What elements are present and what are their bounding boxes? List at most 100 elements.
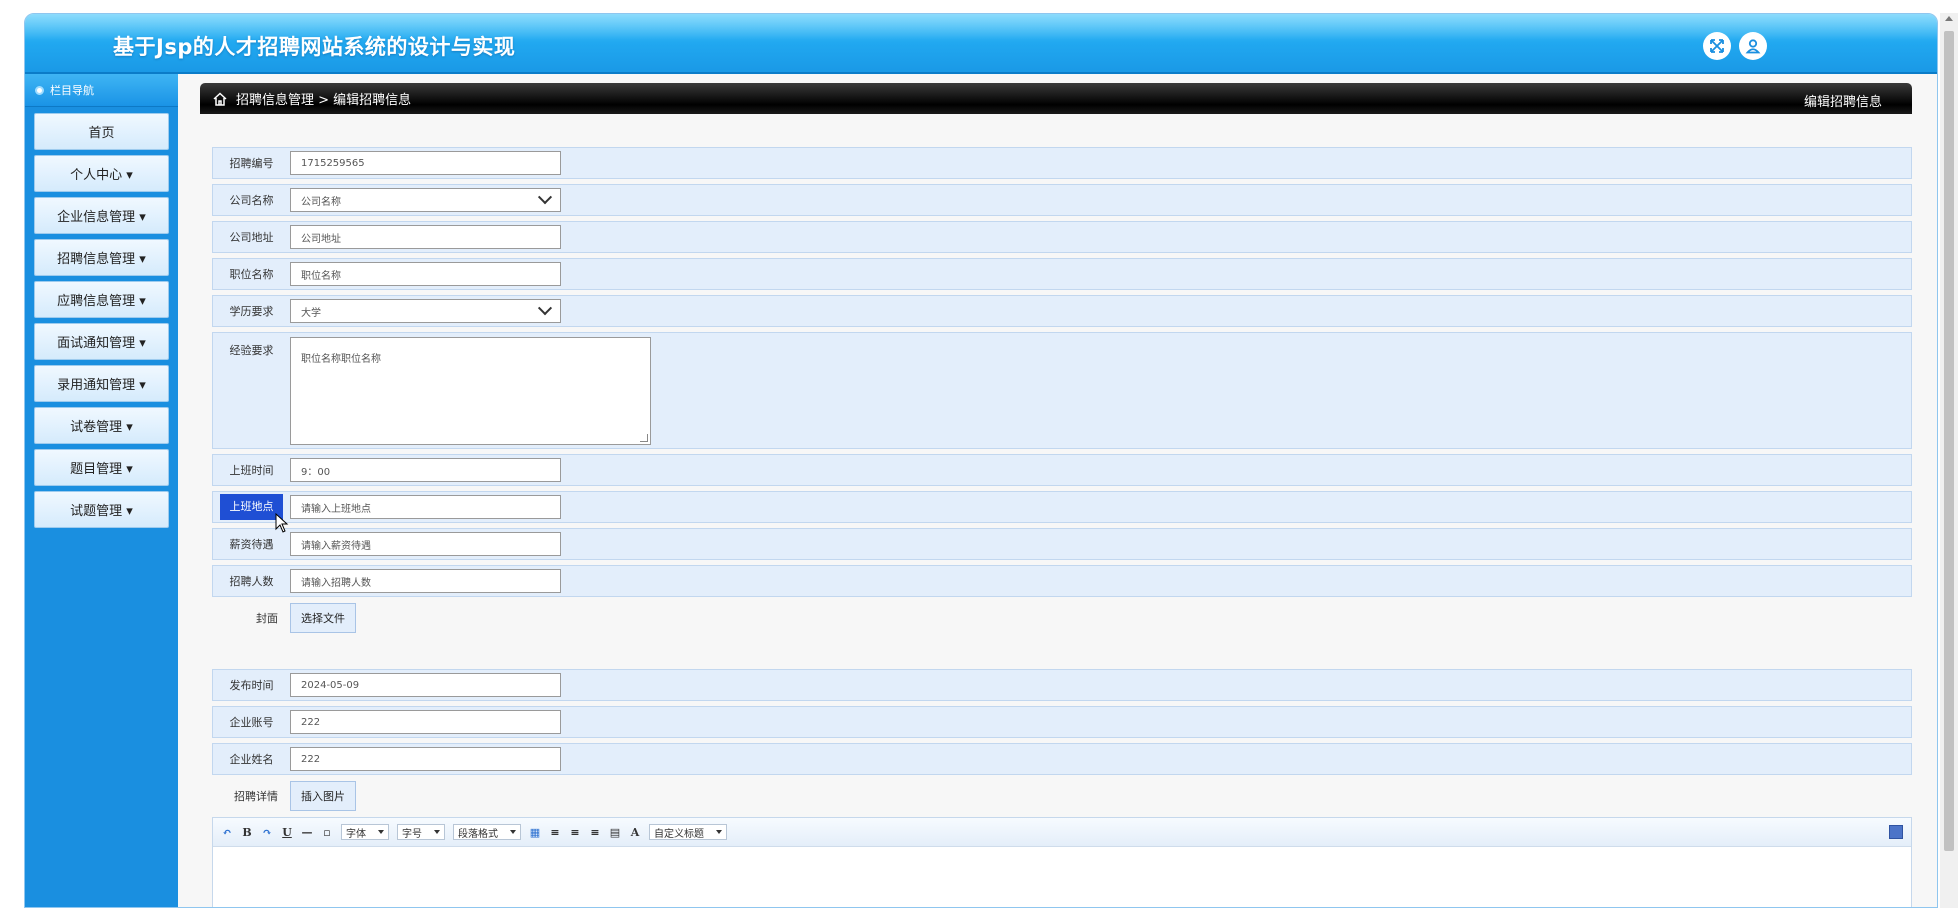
position-name-label: 职位名称 bbox=[229, 268, 274, 281]
form-row-company-account: 企业账号 222 bbox=[212, 706, 1912, 738]
company-address-label: 公司地址 bbox=[229, 231, 274, 244]
form-row-work-time: 上班时间 9：00 bbox=[212, 454, 1912, 486]
main-content: 招聘信息管理 > 编辑招聘信息 编辑招聘信息 招聘编号 1715259565 公… bbox=[180, 74, 1937, 907]
choose-file-button[interactable]: 选择文件 bbox=[290, 603, 356, 633]
app-title: 基于Jsp的人才招聘网站系统的设计与实现 bbox=[113, 35, 516, 59]
chevron-down-icon bbox=[537, 301, 553, 316]
undo-icon[interactable]: ↶ bbox=[221, 824, 233, 840]
form-row-recruit-no: 招聘编号 1715259565 bbox=[212, 147, 1912, 179]
sidebar-item-interview-notice[interactable]: 面试通知管理 ▾ bbox=[34, 323, 169, 360]
redo-icon[interactable]: ↷ bbox=[261, 824, 273, 840]
form-row-headcount: 招聘人数 请输入招聘人数 bbox=[212, 565, 1912, 597]
home-icon[interactable] bbox=[212, 91, 228, 107]
custom-title-label: 自定义标题 bbox=[654, 828, 704, 840]
form-row-cover: 封面 选择文件 bbox=[212, 602, 1912, 634]
sidebar-item-home[interactable]: 首页 bbox=[34, 113, 169, 150]
sidebar: 栏目导航 首页 个人中心 ▾ 企业信息管理 ▾ 招聘信息管理 ▾ 应聘信息管理 … bbox=[25, 74, 178, 907]
table-icon[interactable]: ▫ bbox=[321, 824, 333, 840]
horizontal-rule-icon[interactable]: — bbox=[301, 824, 313, 840]
caret-down-icon bbox=[378, 830, 384, 834]
company-person-label: 企业姓名 bbox=[229, 753, 274, 766]
sidebar-item-personal-center[interactable]: 个人中心 ▾ bbox=[34, 155, 169, 192]
editor-content-area[interactable] bbox=[213, 847, 1911, 907]
align-center-icon[interactable]: ≡ bbox=[569, 824, 581, 840]
header-icons bbox=[1703, 32, 1767, 60]
headcount-input[interactable]: 请输入招聘人数 bbox=[290, 569, 561, 593]
top-header: 基于Jsp的人才招聘网站系统的设计与实现 bbox=[25, 14, 1937, 74]
education-selected: 大学 bbox=[301, 307, 321, 319]
font-color-button[interactable]: A bbox=[629, 824, 641, 840]
company-account-input[interactable]: 222 bbox=[290, 710, 561, 734]
sidebar-item-application-info[interactable]: 应聘信息管理 ▾ bbox=[34, 281, 169, 318]
sidebar-item-question[interactable]: 题目管理 ▾ bbox=[34, 449, 169, 486]
insert-image-button[interactable]: 插入图片 bbox=[290, 781, 356, 811]
caret-down-icon bbox=[434, 830, 440, 834]
bold-button[interactable]: B bbox=[241, 824, 253, 840]
company-name-select[interactable]: 公司名称 bbox=[290, 188, 561, 212]
form-row-salary: 薪资待遇 请输入薪资待遇 bbox=[212, 528, 1912, 560]
education-select[interactable]: 大学 bbox=[290, 299, 561, 323]
scroll-up-icon[interactable] bbox=[1945, 16, 1953, 21]
sidebar-item-test-question[interactable]: 试题管理 ▾ bbox=[34, 491, 169, 528]
form-row-company-person: 企业姓名 222 bbox=[212, 743, 1912, 775]
insert-table-icon[interactable]: ▦ bbox=[529, 824, 541, 840]
font-family-label: 字体 bbox=[346, 828, 366, 840]
caret-down-icon bbox=[510, 830, 516, 834]
work-place-label: 上班地点 bbox=[220, 494, 283, 520]
position-name-input[interactable]: 职位名称 bbox=[290, 262, 561, 286]
paragraph-format-dropdown[interactable]: 段落格式 bbox=[453, 824, 521, 840]
company-person-input[interactable]: 222 bbox=[290, 747, 561, 771]
breadcrumb-path: 招聘信息管理 > 编辑招聘信息 bbox=[236, 93, 412, 108]
publish-date-input[interactable]: 2024-05-09 bbox=[290, 673, 561, 697]
experience-textarea[interactable]: 职位名称职位名称 bbox=[290, 337, 651, 445]
scrollbar-thumb[interactable] bbox=[1944, 31, 1954, 851]
experience-label: 经验要求 bbox=[229, 344, 274, 357]
work-place-input[interactable]: 请输入上班地点 bbox=[290, 495, 561, 519]
source-code-icon[interactable] bbox=[1889, 825, 1903, 839]
sidebar-item-recruitment-info[interactable]: 招聘信息管理 ▾ bbox=[34, 239, 169, 276]
underline-button[interactable]: U bbox=[281, 824, 293, 840]
headcount-label: 招聘人数 bbox=[229, 575, 274, 588]
editor-toolbar: ↶ B ↷ U — ▫ 字体 字号 段落格式 ▦ ≡ ≡ ≡ ▤ A 自定义标题 bbox=[213, 818, 1911, 847]
chevron-down-icon bbox=[537, 190, 553, 205]
sidebar-item-hire-notice[interactable]: 录用通知管理 ▾ bbox=[34, 365, 169, 402]
sidebar-item-company-info[interactable]: 企业信息管理 ▾ bbox=[34, 197, 169, 234]
form-row-company-name: 公司名称 公司名称 bbox=[212, 184, 1912, 216]
fullscreen-icon[interactable] bbox=[1703, 32, 1731, 60]
form-row-work-place: 上班地点 请输入上班地点 bbox=[212, 491, 1912, 523]
font-size-label: 字号 bbox=[402, 828, 422, 840]
justify-icon[interactable]: ▤ bbox=[609, 824, 621, 840]
user-icon[interactable] bbox=[1739, 32, 1767, 60]
sidebar-menu: 首页 个人中心 ▾ 企业信息管理 ▾ 招聘信息管理 ▾ 应聘信息管理 ▾ 面试通… bbox=[25, 107, 178, 528]
form-row-education: 学历要求 大学 bbox=[212, 295, 1912, 327]
recruit-no-input[interactable]: 1715259565 bbox=[290, 151, 561, 175]
mouse-pointer-icon bbox=[275, 513, 289, 533]
sidebar-heading: 栏目导航 bbox=[25, 74, 178, 107]
font-family-dropdown[interactable]: 字体 bbox=[341, 824, 389, 840]
font-size-dropdown[interactable]: 字号 bbox=[397, 824, 445, 840]
page-title: 编辑招聘信息 bbox=[1803, 95, 1882, 110]
work-time-input[interactable]: 9：00 bbox=[290, 458, 561, 482]
form-row-company-address: 公司地址 公司地址 bbox=[212, 221, 1912, 253]
recruit-no-label: 招聘编号 bbox=[229, 157, 274, 170]
company-address-input[interactable]: 公司地址 bbox=[290, 225, 561, 249]
resize-grip-icon[interactable] bbox=[640, 434, 648, 442]
align-left-icon[interactable]: ≡ bbox=[549, 824, 561, 840]
sidebar-item-exam-paper[interactable]: 试卷管理 ▾ bbox=[34, 407, 169, 444]
salary-label: 薪资待遇 bbox=[229, 538, 274, 551]
rich-text-editor: ↶ B ↷ U — ▫ 字体 字号 段落格式 ▦ ≡ ≡ ≡ ▤ A 自定义标题 bbox=[212, 817, 1912, 907]
education-label: 学历要求 bbox=[229, 305, 274, 318]
experience-text: 职位名称职位名称 bbox=[301, 354, 381, 365]
details-label: 招聘详情 bbox=[234, 790, 278, 803]
form-row-publish-date: 发布时间 2024-05-09 bbox=[212, 669, 1912, 701]
breadcrumb: 招聘信息管理 > 编辑招聘信息 编辑招聘信息 bbox=[200, 83, 1912, 114]
sidebar-heading-label: 栏目导航 bbox=[50, 84, 94, 97]
app-frame: 基于Jsp的人才招聘网站系统的设计与实现 栏目导航 首页 个人中心 ▾ 企业信息… bbox=[24, 13, 1938, 908]
align-right-icon[interactable]: ≡ bbox=[589, 824, 601, 840]
company-name-label: 公司名称 bbox=[229, 194, 274, 207]
salary-input[interactable]: 请输入薪资待遇 bbox=[290, 532, 561, 556]
page-scrollbar[interactable] bbox=[1940, 13, 1958, 908]
custom-title-dropdown[interactable]: 自定义标题 bbox=[649, 824, 727, 840]
paragraph-format-label: 段落格式 bbox=[458, 828, 498, 840]
